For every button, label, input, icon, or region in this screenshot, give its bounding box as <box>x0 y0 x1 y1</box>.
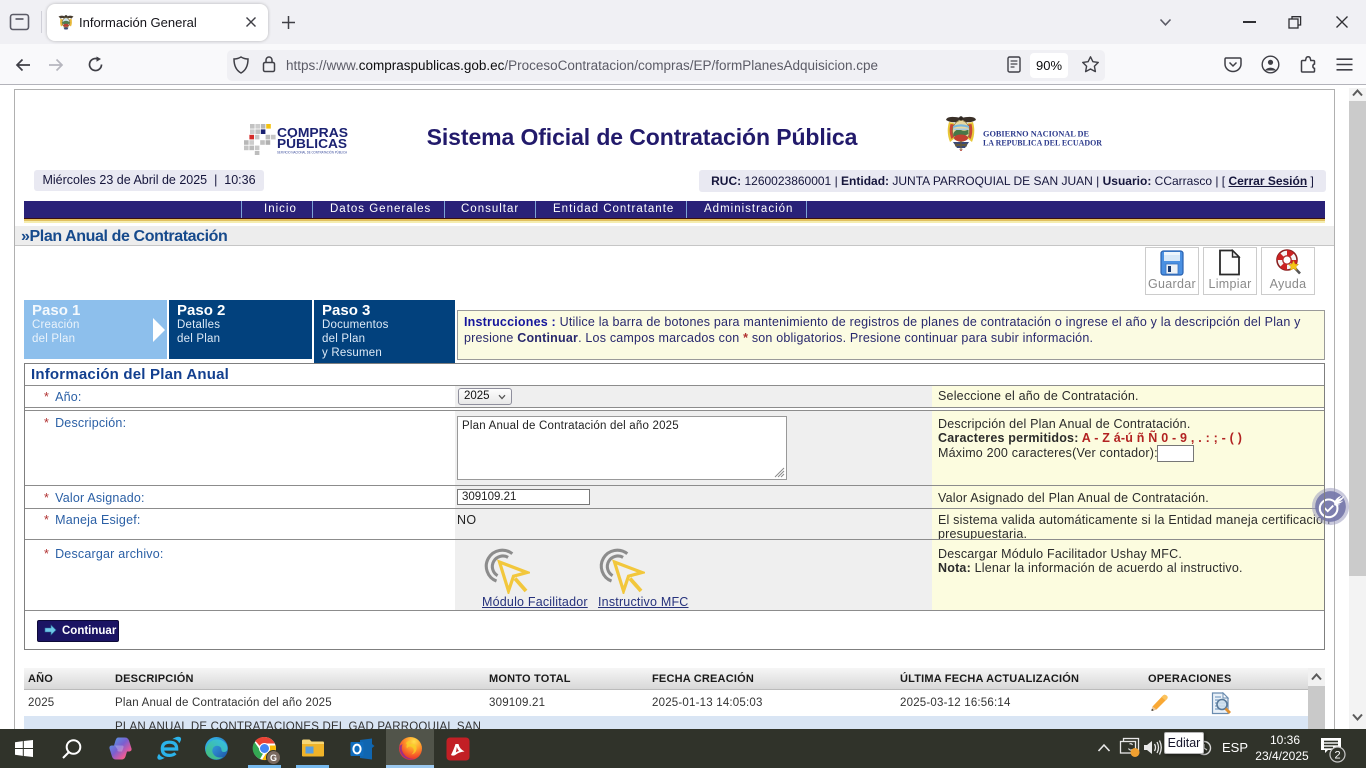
svg-text:PÚBLICAS: PÚBLICAS <box>277 136 347 151</box>
svg-text:SERVICIO NACIONAL DE CONTRATAC: SERVICIO NACIONAL DE CONTRATACIÓN PÚBLIC… <box>277 150 348 155</box>
svg-text:LA REPUBLICA DEL ECUADOR: LA REPUBLICA DEL ECUADOR <box>983 138 1103 148</box>
svg-text:2: 2 <box>1334 750 1340 762</box>
